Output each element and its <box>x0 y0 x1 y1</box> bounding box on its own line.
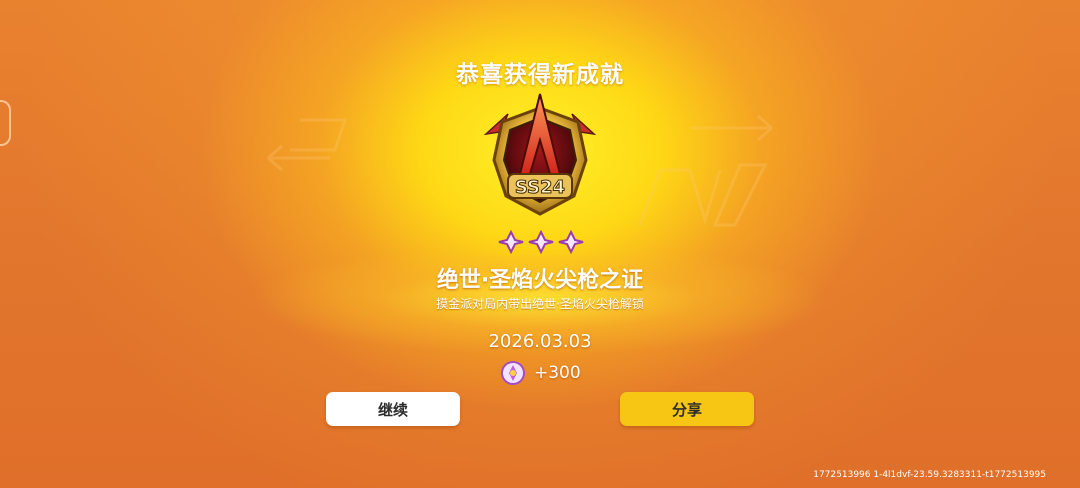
star-icon <box>528 229 554 255</box>
continue-button[interactable]: 继续 <box>326 392 460 426</box>
continue-button-label: 继续 <box>377 400 408 419</box>
debug-id-text: 1772513996 1-4l1dvf-23.59.3283311-t17725… <box>813 470 1046 480</box>
achievement-badge-icon: SS24 <box>483 93 597 216</box>
popup-title: 恭喜获得新成就 <box>456 62 624 88</box>
gem-icon <box>501 361 525 385</box>
achievement-description: 摸金派对局内带出绝世·圣焰火尖枪解锁 <box>436 297 644 311</box>
star-icon <box>498 229 524 255</box>
star-icon <box>558 229 584 255</box>
side-panel-handle[interactable] <box>0 100 11 146</box>
achievement-stars <box>498 229 584 255</box>
share-button[interactable]: 分享 <box>620 392 754 426</box>
share-button-label: 分享 <box>671 400 702 419</box>
achievement-name: 绝世·圣焰火尖枪之证 <box>436 268 644 293</box>
achievement-date: 2026.03.03 <box>488 331 592 352</box>
reward-amount: +300 <box>534 363 581 383</box>
badge-season-label: SS24 <box>515 177 565 198</box>
reward-row: +300 <box>500 360 581 386</box>
